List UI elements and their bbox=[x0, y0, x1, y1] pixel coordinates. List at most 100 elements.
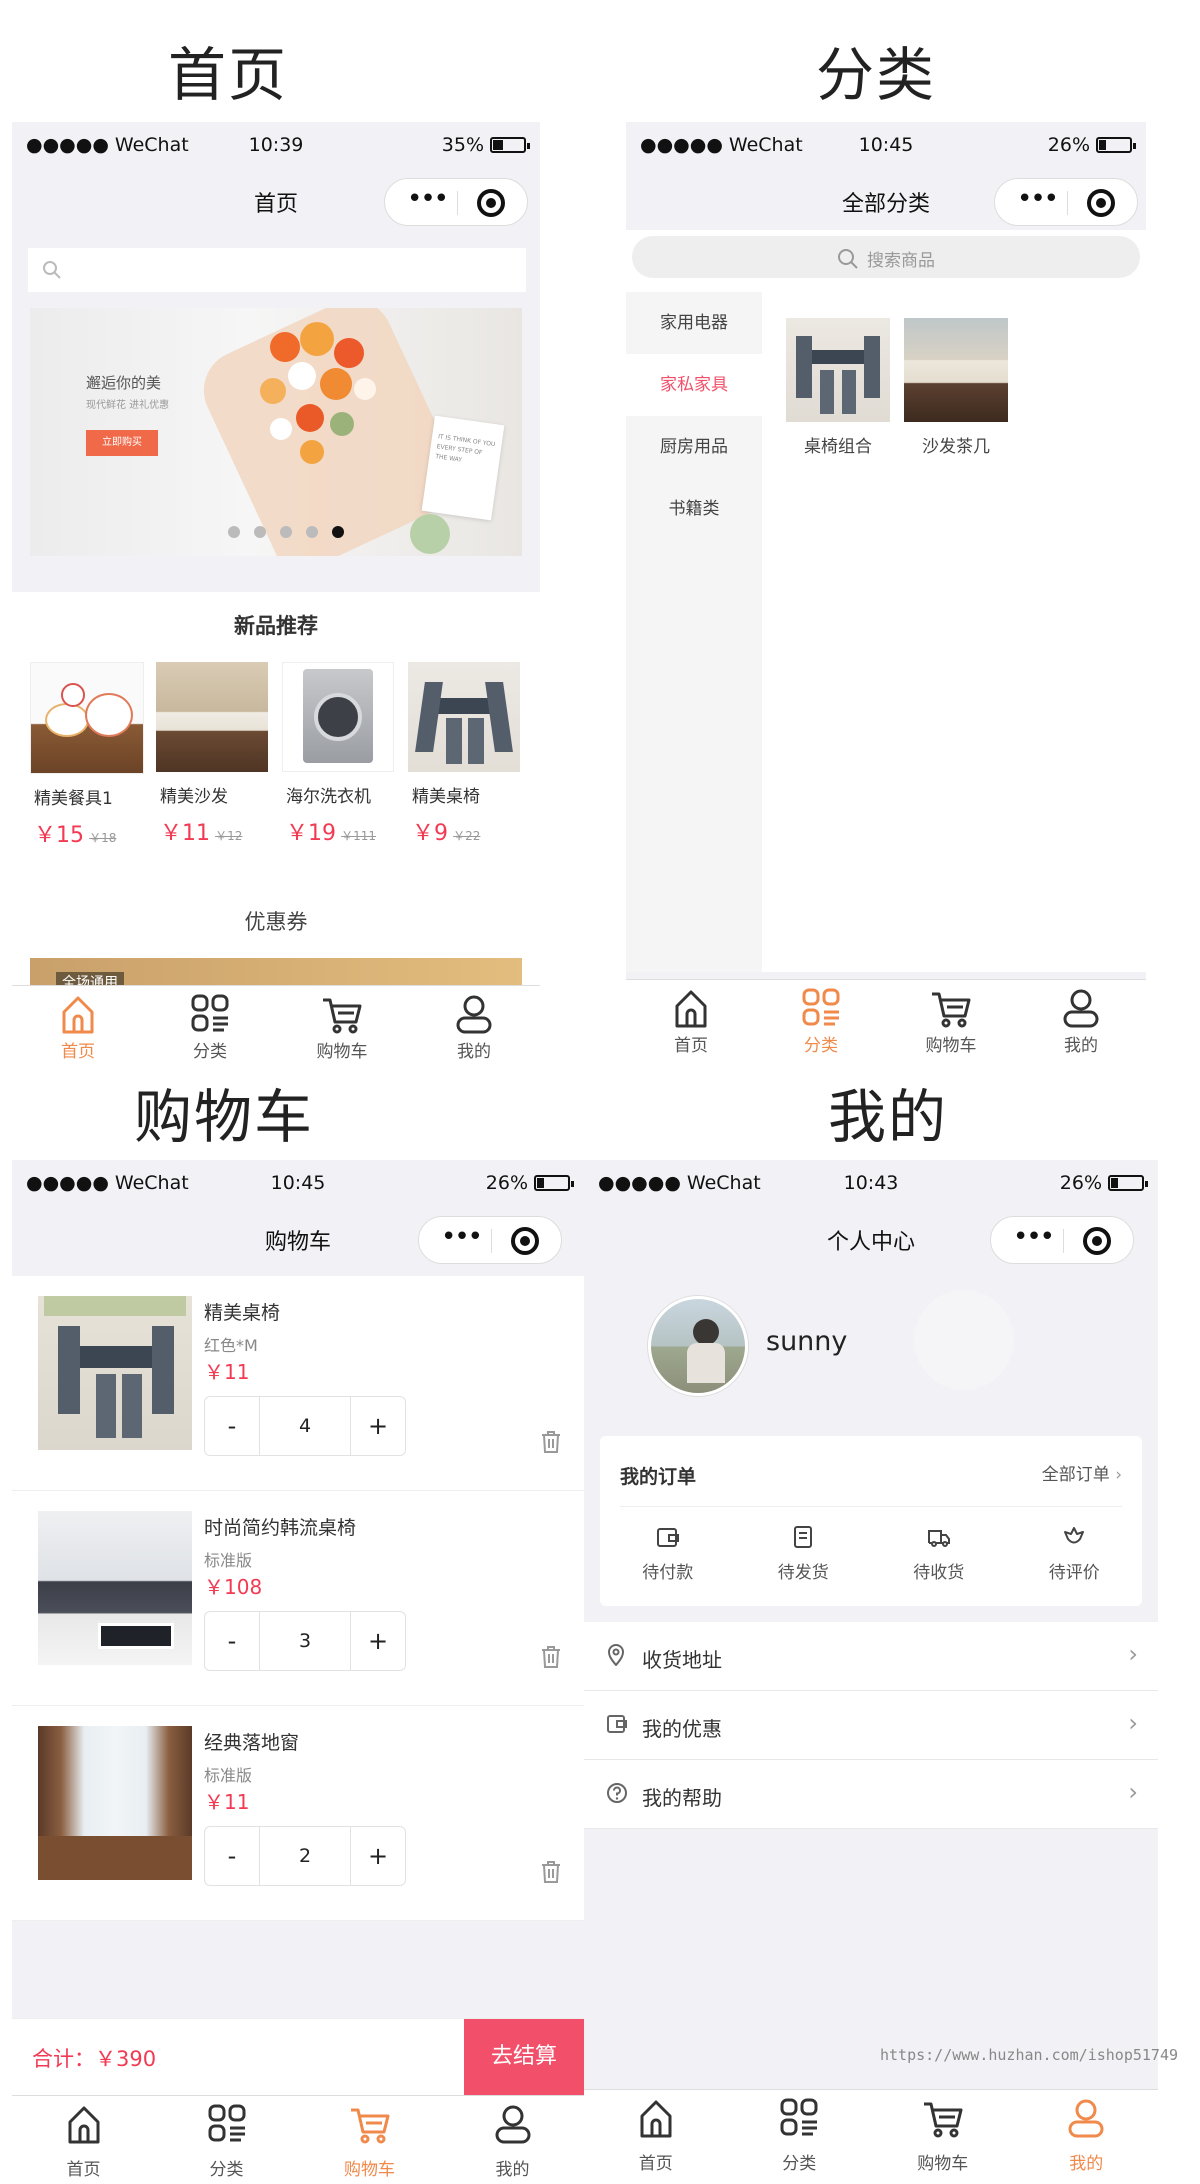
product-card[interactable]: 精美沙发 ￥11 ￥12 bbox=[156, 662, 270, 847]
tab-bar: 首页 分类 购物车 我的 bbox=[626, 979, 1146, 1058]
order-state-to-review[interactable]: 待评价 bbox=[1007, 1524, 1143, 1583]
order-state-to-receive[interactable]: 待收货 bbox=[871, 1524, 1007, 1583]
tab-mine[interactable]: 我的 bbox=[1016, 980, 1146, 1058]
battery-level bbox=[493, 140, 503, 150]
product-original-price: ￥111 bbox=[341, 829, 376, 843]
order-state-label: 待收货 bbox=[913, 1563, 965, 1583]
user-icon bbox=[456, 995, 492, 1034]
tab-category[interactable]: 分类 bbox=[144, 986, 276, 1064]
mini-program-capsule[interactable]: ••• bbox=[994, 178, 1138, 226]
quantity-stepper[interactable]: - 4 + bbox=[204, 1396, 406, 1456]
sidebar-item-active[interactable]: 家私家具 bbox=[626, 354, 762, 416]
tab-category[interactable]: 分类 bbox=[155, 2096, 298, 2182]
tab-cart[interactable]: 购物车 bbox=[886, 980, 1016, 1058]
close-icon[interactable] bbox=[1083, 1227, 1111, 1255]
order-state-label: 待评价 bbox=[1048, 1563, 1100, 1583]
user-icon bbox=[495, 2105, 530, 2144]
sidebar-item[interactable]: 厨房用品 bbox=[626, 416, 762, 478]
mini-program-capsule[interactable]: ••• bbox=[418, 1216, 562, 1264]
all-orders-link[interactable]: 全部订单 › bbox=[1042, 1460, 1122, 1485]
close-icon[interactable] bbox=[1087, 189, 1115, 217]
sidebar-item[interactable]: 家用电器 bbox=[626, 292, 762, 354]
cart-item: 经典落地窗 标准版 ￥11 - 2 + bbox=[12, 1706, 584, 1921]
category-item[interactable]: 桌椅组合 bbox=[786, 318, 890, 457]
quantity-stepper[interactable]: - 3 + bbox=[204, 1611, 406, 1671]
status-bar: ●●●●● WeChat 10:39 35% bbox=[12, 122, 540, 168]
cart-icon bbox=[932, 992, 971, 1028]
tab-mine[interactable]: 我的 bbox=[1015, 2090, 1159, 2176]
product-card[interactable]: 海尔洗衣机 ￥19 ￥111 bbox=[282, 662, 396, 847]
tab-home[interactable]: 首页 bbox=[626, 980, 756, 1058]
checkout-button[interactable]: 去结算 bbox=[464, 2019, 584, 2095]
avatar[interactable] bbox=[648, 1296, 748, 1396]
product-card[interactable]: 精美桌椅 ￥9 ￥22 bbox=[408, 662, 522, 847]
decrease-button[interactable]: - bbox=[205, 1612, 259, 1670]
category-icon bbox=[802, 988, 840, 1026]
category-screen: ●●●●● WeChat 10:45 26% 全部分类 ••• 搜索商品 家用电… bbox=[626, 122, 1146, 1058]
product-name: 精美沙发 bbox=[160, 787, 228, 807]
tab-cart[interactable]: 购物车 bbox=[298, 2096, 441, 2182]
tab-label: 分类 bbox=[209, 2160, 244, 2180]
mini-program-capsule[interactable]: ••• bbox=[990, 1216, 1134, 1264]
trash-icon[interactable] bbox=[540, 1860, 562, 1884]
tab-cart[interactable]: 购物车 bbox=[276, 986, 408, 1064]
tab-home[interactable]: 首页 bbox=[12, 2096, 155, 2182]
banner-buy-button[interactable]: 立即购买 bbox=[86, 430, 158, 456]
tab-mine[interactable]: 我的 bbox=[441, 2096, 584, 2182]
product-image bbox=[282, 662, 394, 772]
mini-program-capsule[interactable]: ••• bbox=[384, 178, 528, 226]
menu-coupons[interactable]: 我的优惠 › bbox=[584, 1691, 1158, 1760]
tab-category[interactable]: 分类 bbox=[756, 980, 886, 1058]
quantity-value[interactable]: 2 bbox=[259, 1827, 351, 1885]
order-state-unpaid[interactable]: 待付款 bbox=[600, 1524, 736, 1583]
product-image bbox=[408, 662, 520, 772]
all-orders-label: 全部订单 bbox=[1041, 1465, 1110, 1485]
tab-mine[interactable]: 我的 bbox=[408, 986, 540, 1064]
banner[interactable]: 邂逅你的美 现代鲜花 进礼优惠 立即购买 IT IS THINK OF YOU … bbox=[30, 308, 522, 556]
trash-icon[interactable] bbox=[540, 1645, 562, 1669]
section-heading: 新品推荐 bbox=[234, 614, 318, 638]
order-state-to-ship[interactable]: 待发货 bbox=[736, 1524, 872, 1583]
menu-label: 我的优惠 bbox=[642, 1717, 722, 1741]
banner-indicator[interactable] bbox=[228, 526, 344, 538]
close-icon[interactable] bbox=[477, 189, 505, 217]
quantity-value[interactable]: 4 bbox=[259, 1397, 351, 1455]
increase-button[interactable]: + bbox=[351, 1612, 405, 1670]
trash-icon[interactable] bbox=[540, 1430, 562, 1454]
battery-percent: 35% bbox=[441, 134, 484, 156]
search-input[interactable]: 搜索商品 bbox=[632, 236, 1140, 278]
quantity-value[interactable]: 3 bbox=[259, 1612, 351, 1670]
tab-category[interactable]: 分类 bbox=[728, 2090, 872, 2176]
search-box[interactable] bbox=[28, 248, 526, 292]
section-title-home: 首页 bbox=[168, 41, 289, 109]
tab-label: 购物车 bbox=[344, 2160, 395, 2180]
sidebar-item[interactable]: 书籍类 bbox=[626, 478, 762, 540]
more-icon[interactable]: ••• bbox=[441, 1224, 483, 1250]
close-icon[interactable] bbox=[511, 1227, 539, 1255]
cart-item-price: ￥108 bbox=[204, 1575, 263, 1599]
decrease-button[interactable]: - bbox=[205, 1827, 259, 1885]
more-icon[interactable]: ••• bbox=[407, 186, 449, 212]
tab-cart[interactable]: 购物车 bbox=[871, 2090, 1015, 2176]
tab-label: 首页 bbox=[638, 2154, 673, 2174]
product-card[interactable]: 精美餐具1 ￥15 ￥18 bbox=[30, 662, 144, 849]
search-icon bbox=[43, 261, 61, 279]
tab-home[interactable]: 首页 bbox=[12, 986, 144, 1064]
more-icon[interactable]: ••• bbox=[1013, 1224, 1055, 1250]
section-title-cart: 购物车 bbox=[134, 1083, 315, 1151]
category-item[interactable]: 沙发茶几 bbox=[904, 318, 1008, 457]
total-label: 合计： bbox=[32, 2047, 95, 2071]
tab-home[interactable]: 首页 bbox=[584, 2090, 728, 2176]
decrease-button[interactable]: - bbox=[205, 1397, 259, 1455]
menu-label: 收货地址 bbox=[642, 1648, 722, 1672]
increase-button[interactable]: + bbox=[351, 1397, 405, 1455]
quantity-stepper[interactable]: - 2 + bbox=[204, 1826, 406, 1886]
checkout-bar: 合计：￥390 去结算 bbox=[12, 2018, 584, 2095]
increase-button[interactable]: + bbox=[351, 1827, 405, 1885]
banner-poster-card: IT IS THINK OF YOU EVERY STEP OF THE WAY bbox=[421, 415, 505, 521]
menu-help[interactable]: 我的帮助 › bbox=[584, 1760, 1158, 1829]
order-state-label: 待发货 bbox=[777, 1563, 829, 1583]
menu-address[interactable]: 收货地址 › bbox=[584, 1622, 1158, 1691]
status-bar: ●●●●● WeChat 10:45 26% bbox=[12, 1160, 584, 1206]
more-icon[interactable]: ••• bbox=[1017, 186, 1059, 212]
